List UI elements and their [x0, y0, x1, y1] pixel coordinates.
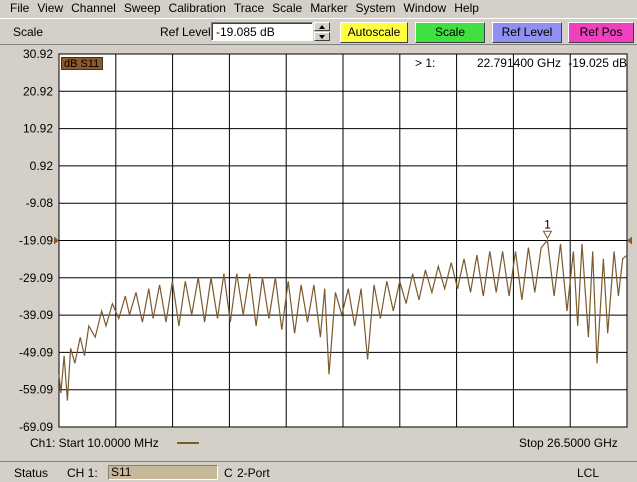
- y-tick-label: -39.09: [19, 308, 53, 322]
- port-mode: 2-Port: [237, 466, 270, 480]
- y-tick-label: -69.09: [19, 420, 53, 434]
- ref-pos-button[interactable]: Ref Pos: [568, 22, 634, 43]
- marker-value: -19.025 dB: [568, 56, 627, 70]
- scale-group-label: Scale: [13, 25, 44, 39]
- menu-file[interactable]: File: [6, 0, 33, 17]
- scale-button[interactable]: Scale: [415, 22, 485, 43]
- marker-1-number: 1: [544, 217, 551, 231]
- s11-chart[interactable]: 30.92 20.92 10.92 0.92 -9.08 -19.09 -29.09 -39.…: [0, 47, 637, 459]
- ref-level-button[interactable]: Ref Level: [492, 22, 562, 43]
- arrow-down-icon: [319, 35, 325, 39]
- toolbar: Scale Ref Level -19.085 dB Autoscale Sca…: [0, 18, 637, 45]
- y-tick-label: -59.09: [19, 383, 53, 397]
- trace-legend-line: [177, 442, 199, 444]
- marker-label: > 1:: [415, 56, 436, 70]
- menu-marker[interactable]: Marker: [306, 0, 351, 17]
- ref-level-input[interactable]: -19.085 dB: [211, 22, 313, 41]
- y-tick-label: -29.09: [19, 271, 53, 285]
- start-frequency-label: Ch1: Start 10.0000 MHz: [30, 436, 159, 450]
- ref-level-spinner: [314, 22, 330, 41]
- spin-up-button[interactable]: [314, 22, 330, 31]
- marker-frequency: 22.791400 GHz: [476, 56, 561, 70]
- local-indicator: LCL: [577, 466, 600, 480]
- menu-trace[interactable]: Trace: [230, 0, 268, 17]
- correction-indicator: C: [224, 466, 233, 480]
- menu-window[interactable]: Window: [400, 0, 451, 17]
- status-label: Status: [14, 466, 49, 480]
- y-tick-label: 10.92: [23, 122, 53, 136]
- menu-channel[interactable]: Channel: [67, 0, 120, 17]
- y-tick-label: 20.92: [23, 84, 53, 98]
- menu-system[interactable]: System: [352, 0, 400, 17]
- spin-down-button[interactable]: [314, 32, 330, 41]
- y-tick-label: 30.92: [23, 47, 53, 61]
- channel-label: CH 1:: [67, 466, 98, 480]
- marker-readout: > 1: 22.791400 GHz -19.025 dB: [415, 56, 627, 70]
- ref-level-right-arrow-icon: [627, 236, 632, 245]
- y-tick-label: 0.92: [30, 159, 54, 173]
- y-tick-label: -9.08: [26, 196, 54, 210]
- ref-level-label: Ref Level: [160, 25, 211, 39]
- menu-sweep[interactable]: Sweep: [120, 0, 165, 17]
- ref-level-left-arrow-icon: [54, 236, 59, 245]
- menu-help[interactable]: Help: [450, 0, 483, 17]
- y-tick-label: -49.09: [19, 345, 53, 359]
- menu-view[interactable]: View: [33, 0, 67, 17]
- stop-frequency-label: Stop 26.5000 GHz: [519, 436, 618, 450]
- arrow-up-icon: [319, 25, 325, 29]
- measurement-window: 30.92 20.92 10.92 0.92 -9.08 -19.09 -29.09 -39.…: [0, 47, 637, 459]
- autoscale-button[interactable]: Autoscale: [340, 22, 408, 43]
- trace-badge[interactable]: dB S11: [61, 57, 103, 70]
- menu-scale[interactable]: Scale: [268, 0, 306, 17]
- status-bar: Status CH 1: S11 C 2-Port LCL: [0, 461, 637, 482]
- menu-bar: File View Channel Sweep Calibration Trace Scal…: [0, 0, 637, 17]
- y-tick-label: -19.09: [19, 234, 53, 248]
- menu-calibration[interactable]: Calibration: [165, 0, 230, 17]
- active-trace-field[interactable]: S11: [108, 465, 218, 480]
